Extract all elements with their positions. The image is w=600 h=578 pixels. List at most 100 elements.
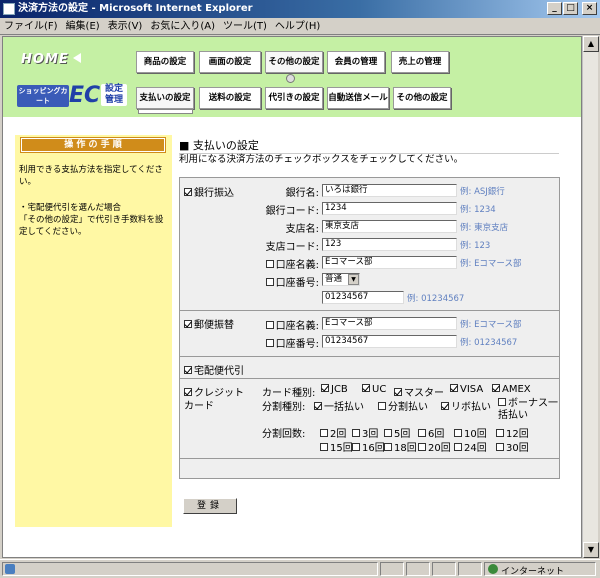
menu-edit[interactable]: 編集(E) <box>62 18 104 35</box>
card-type-jcb-label: JCB <box>331 384 348 395</box>
card-type-jcb-checkbox[interactable] <box>321 384 329 392</box>
account-type-select[interactable]: 普通 ▼ <box>322 273 360 286</box>
nav-cod-settings[interactable]: 代引きの設定 <box>265 87 323 109</box>
bank-transfer-checkbox[interactable] <box>184 188 192 196</box>
card-type-amex[interactable]: AMEX <box>492 384 531 395</box>
split-count-option[interactable]: 5回 <box>384 425 410 440</box>
account-type-value: 普通 <box>325 274 343 284</box>
menu-file[interactable]: ファイル(F) <box>0 18 62 35</box>
card-type-amex-checkbox[interactable] <box>492 384 500 392</box>
split-count-checkbox[interactable] <box>384 429 392 437</box>
split-count-checkbox[interactable] <box>352 443 360 451</box>
scroll-down-icon[interactable]: ▼ <box>583 542 599 558</box>
menu-tools[interactable]: ツール(T) <box>219 18 271 35</box>
split-count-option[interactable]: 30回 <box>496 439 529 454</box>
split-count-checkbox[interactable] <box>320 443 328 451</box>
split-count-option[interactable]: 12回 <box>496 425 529 440</box>
split-count-option[interactable]: 20回 <box>418 439 451 454</box>
nav-other-settings-2[interactable]: その他の設定 <box>393 87 451 109</box>
split-count-checkbox[interactable] <box>384 443 392 451</box>
split-count-option[interactable]: 18回 <box>384 439 417 454</box>
split-count-option[interactable]: 24回 <box>454 439 487 454</box>
card-type-uc-checkbox[interactable] <box>362 384 370 392</box>
split-count-checkbox[interactable] <box>454 429 462 437</box>
menu-favorites[interactable]: お気に入り(A) <box>146 18 219 35</box>
split-type-revolving-checkbox[interactable] <box>441 402 449 410</box>
nav-other-settings[interactable]: その他の設定 <box>265 51 323 73</box>
menu-help[interactable]: ヘルプ(H) <box>271 18 324 35</box>
split-count-checkbox[interactable] <box>454 443 462 451</box>
bank-transfer-option[interactable]: 銀行振込 <box>184 184 234 199</box>
bank-code-label: 銀行コード: <box>265 206 319 217</box>
split-count-option[interactable]: 3回 <box>352 425 378 440</box>
card-type-master-checkbox[interactable] <box>394 388 402 396</box>
postal-account-number-input[interactable]: 01234567 <box>322 335 457 348</box>
bank-account-holder-label-text: 口座名義: <box>275 260 319 271</box>
postal-transfer-checkbox[interactable] <box>184 320 192 328</box>
menu-view[interactable]: 表示(V) <box>104 18 147 35</box>
split-count-checkbox[interactable] <box>496 443 504 451</box>
cod-option[interactable]: 宅配便代引 <box>184 362 244 377</box>
credit-card-checkbox[interactable] <box>184 388 192 396</box>
postal-account-holder-label: 口座名義: <box>265 317 319 332</box>
nav-member-management[interactable]: 会員の管理 <box>327 51 385 73</box>
split-type-lump[interactable]: 一括払い <box>314 398 364 413</box>
postal-account-holder-example: 例: Eコマース部 <box>460 320 522 330</box>
branch-name-input[interactable]: 東京支店 <box>322 220 457 233</box>
close-button[interactable]: × <box>582 2 597 15</box>
card-type-master[interactable]: マスター <box>394 384 444 399</box>
split-type-lump-checkbox[interactable] <box>314 402 322 410</box>
split-count-label-text: 18回 <box>394 443 417 454</box>
bank-account-holder-example: 例: Eコマース部 <box>460 259 522 269</box>
register-button[interactable]: 登録 <box>183 498 237 514</box>
bank-account-holder-input[interactable]: Eコマース部 <box>322 256 457 269</box>
bank-code-input[interactable]: 1234 <box>322 202 457 215</box>
chevron-down-icon[interactable]: ▼ <box>348 274 359 285</box>
status-bar: インターネット <box>0 559 600 577</box>
card-type-visa[interactable]: VISA <box>450 384 483 395</box>
bank-account-number-example: 例: 01234567 <box>407 294 465 304</box>
ie-app-icon <box>3 3 15 15</box>
nav-shipping-settings[interactable]: 送料の設定 <box>199 87 261 109</box>
split-type-installment-label: 分割払い <box>388 402 428 413</box>
split-type-installment-checkbox[interactable] <box>378 402 386 410</box>
nav-payment-settings[interactable]: 支払いの設定 <box>136 87 194 109</box>
branch-code-input[interactable]: 123 <box>322 238 457 251</box>
split-count-checkbox[interactable] <box>320 429 328 437</box>
split-count-option[interactable]: 2回 <box>320 425 346 440</box>
scroll-up-icon[interactable]: ▲ <box>583 36 599 52</box>
bank-name-input[interactable]: いろは銀行 <box>322 184 457 197</box>
split-type-bonus[interactable]: ボーナス一括払い <box>498 398 558 422</box>
cod-checkbox[interactable] <box>184 366 192 374</box>
logo-ec: EC <box>69 83 101 108</box>
minimize-button[interactable]: _ <box>547 2 562 15</box>
card-type-uc[interactable]: UC <box>362 384 386 395</box>
bank-account-number-input[interactable]: 01234567 <box>322 291 404 304</box>
split-count-option[interactable]: 16回 <box>352 439 385 454</box>
status-cell-3 <box>432 562 456 576</box>
postal-account-number-example: 例: 01234567 <box>460 338 518 348</box>
nav-screen-settings[interactable]: 画面の設定 <box>199 51 261 73</box>
split-count-checkbox[interactable] <box>352 429 360 437</box>
postal-account-holder-input[interactable]: Eコマース部 <box>322 317 457 330</box>
split-count-checkbox[interactable] <box>496 429 504 437</box>
split-type-revolving[interactable]: リボ払い <box>441 398 491 413</box>
split-count-option[interactable]: 6回 <box>418 425 444 440</box>
sidebar-text-1: 利用できる支払方法を指定してください。 <box>19 165 163 187</box>
card-type-jcb[interactable]: JCB <box>321 384 348 395</box>
nav-auto-email[interactable]: 自動送信メール <box>327 87 389 109</box>
nav-product-settings[interactable]: 商品の設定 <box>136 51 194 73</box>
split-count-option[interactable]: 15回 <box>320 439 353 454</box>
split-type-installment[interactable]: 分割払い <box>378 398 428 413</box>
split-type-bonus-checkbox[interactable] <box>498 398 506 406</box>
maximize-button[interactable]: □ <box>563 2 578 15</box>
postal-transfer-section: 郵便振替 口座名義: Eコマース部 例: Eコマース部 口座番号: 012345… <box>180 311 559 357</box>
home-link[interactable]: HOME <box>21 52 81 67</box>
split-count-checkbox[interactable] <box>418 443 426 451</box>
nav-sales-management[interactable]: 売上の管理 <box>391 51 449 73</box>
postal-transfer-option[interactable]: 郵便振替 <box>184 316 234 331</box>
split-count-option[interactable]: 10回 <box>454 425 487 440</box>
vertical-scrollbar[interactable]: ▲ ▼ <box>582 36 599 558</box>
card-type-visa-checkbox[interactable] <box>450 384 458 392</box>
split-count-checkbox[interactable] <box>418 429 426 437</box>
